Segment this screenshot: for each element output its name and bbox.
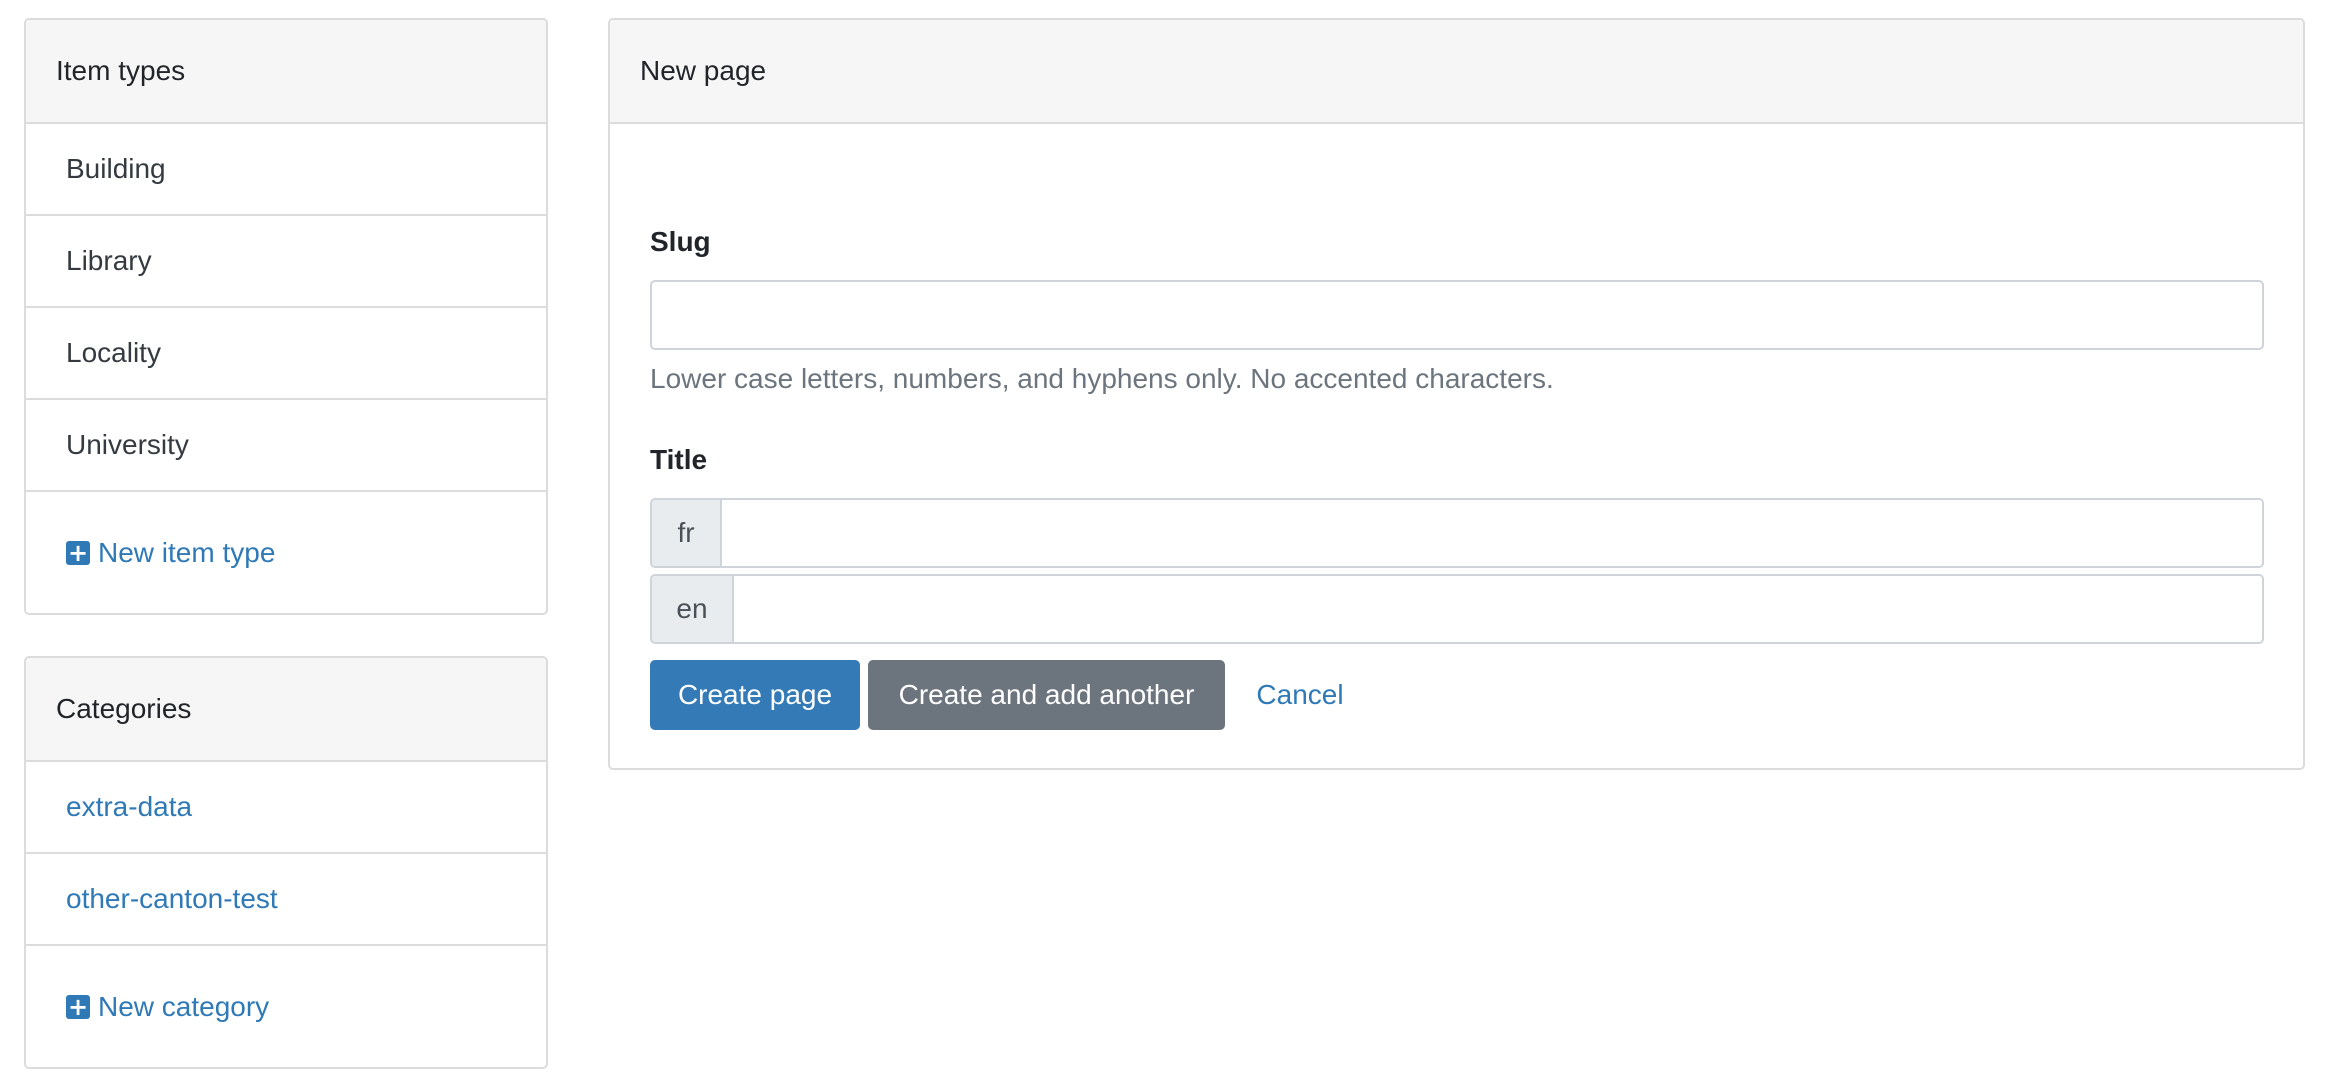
category-other-canton-test[interactable]: other-canton-test: [26, 854, 546, 946]
item-types-header: Item types: [26, 20, 546, 124]
categories-panel: Categories extra-data other-canton-test …: [24, 656, 548, 1069]
title-en-input[interactable]: [734, 576, 2262, 642]
plus-square-icon: +: [66, 539, 90, 567]
page: Item types Building Library Locality Uni…: [0, 0, 2328, 1086]
create-page-button[interactable]: Create page: [650, 660, 860, 730]
title-fr-input[interactable]: [722, 500, 2262, 566]
new-item-type-label: New item type: [98, 537, 276, 568]
new-page-header: New page: [610, 20, 2303, 124]
new-category-link[interactable]: + New category: [26, 946, 546, 1067]
cancel-button[interactable]: Cancel: [1240, 660, 1360, 730]
slug-help-text: Lower case letters, numbers, and hyphens…: [650, 363, 1554, 394]
language-addon-fr: fr: [652, 500, 722, 566]
item-types-panel: Item types Building Library Locality Uni…: [24, 18, 548, 615]
item-type-building[interactable]: Building: [26, 124, 546, 216]
title-fr-group: fr: [650, 498, 2264, 568]
language-addon-en: en: [652, 576, 734, 642]
title-en-group: en: [650, 574, 2264, 644]
title-label: Title: [650, 444, 708, 475]
item-type-university[interactable]: University: [26, 400, 546, 492]
create-and-add-another-button[interactable]: Create and add another: [868, 660, 1225, 730]
new-category-label: New category: [98, 991, 270, 1022]
category-extra-data[interactable]: extra-data: [26, 762, 546, 854]
item-type-locality[interactable]: Locality: [26, 308, 546, 400]
slug-label: Slug: [650, 226, 711, 257]
new-page-panel: New page Slug Lower case letters, number…: [608, 18, 2305, 770]
categories-header: Categories: [26, 658, 546, 762]
new-item-type-link[interactable]: + New item type: [26, 492, 546, 613]
plus-square-icon: +: [66, 993, 90, 1021]
slug-input[interactable]: [650, 280, 2264, 350]
item-type-library[interactable]: Library: [26, 216, 546, 308]
